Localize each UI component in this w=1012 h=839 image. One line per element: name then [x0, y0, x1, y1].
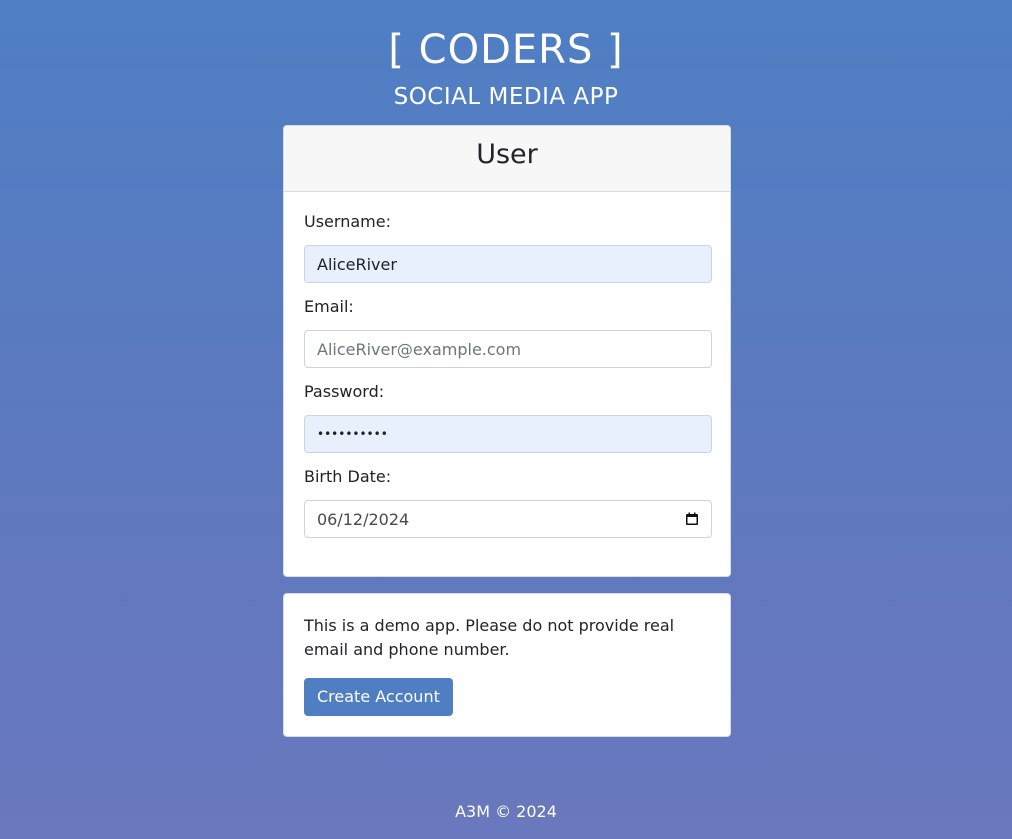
email-group: Email: AliceRiver@example.com — [304, 297, 712, 368]
email-placeholder: AliceRiver@example.com — [317, 339, 522, 359]
password-input[interactable]: •••••••••• — [304, 415, 712, 453]
birth-date-value: 06/12/2024 — [317, 509, 410, 529]
card-title: User — [284, 126, 730, 192]
create-account-button[interactable]: Create Account — [304, 678, 453, 716]
birth-date-group: Birth Date: 06/12/2024 — [304, 467, 712, 538]
email-label: Email: — [304, 297, 354, 316]
password-group: Password: •••••••••• — [304, 382, 712, 453]
demo-notice: This is a demo app. Please do not provid… — [304, 616, 675, 659]
password-label: Password: — [304, 382, 385, 401]
password-value: •••••••••• — [317, 427, 388, 441]
birth-date-input[interactable]: 06/12/2024 — [304, 500, 712, 538]
username-input[interactable]: AliceRiver — [304, 245, 712, 283]
app-subtitle: SOCIAL MEDIA APP — [393, 84, 619, 110]
footer-text: A3M © 2024 — [455, 802, 557, 821]
email-input[interactable]: AliceRiver@example.com — [304, 330, 712, 368]
calendar-icon[interactable] — [685, 512, 699, 526]
birth-date-label: Birth Date: — [304, 467, 392, 486]
info-card: This is a demo app. Please do not provid… — [283, 593, 731, 737]
username-value: AliceRiver — [317, 254, 397, 274]
form-body: Username: AliceRiver Email: AliceRiver@e… — [284, 192, 730, 538]
app-title: [ CODERS ] — [388, 27, 624, 73]
user-form-card: User Username: AliceRiver Email: AliceRi… — [283, 125, 731, 577]
username-group: Username: AliceRiver — [304, 212, 712, 283]
username-label: Username: — [304, 212, 391, 231]
